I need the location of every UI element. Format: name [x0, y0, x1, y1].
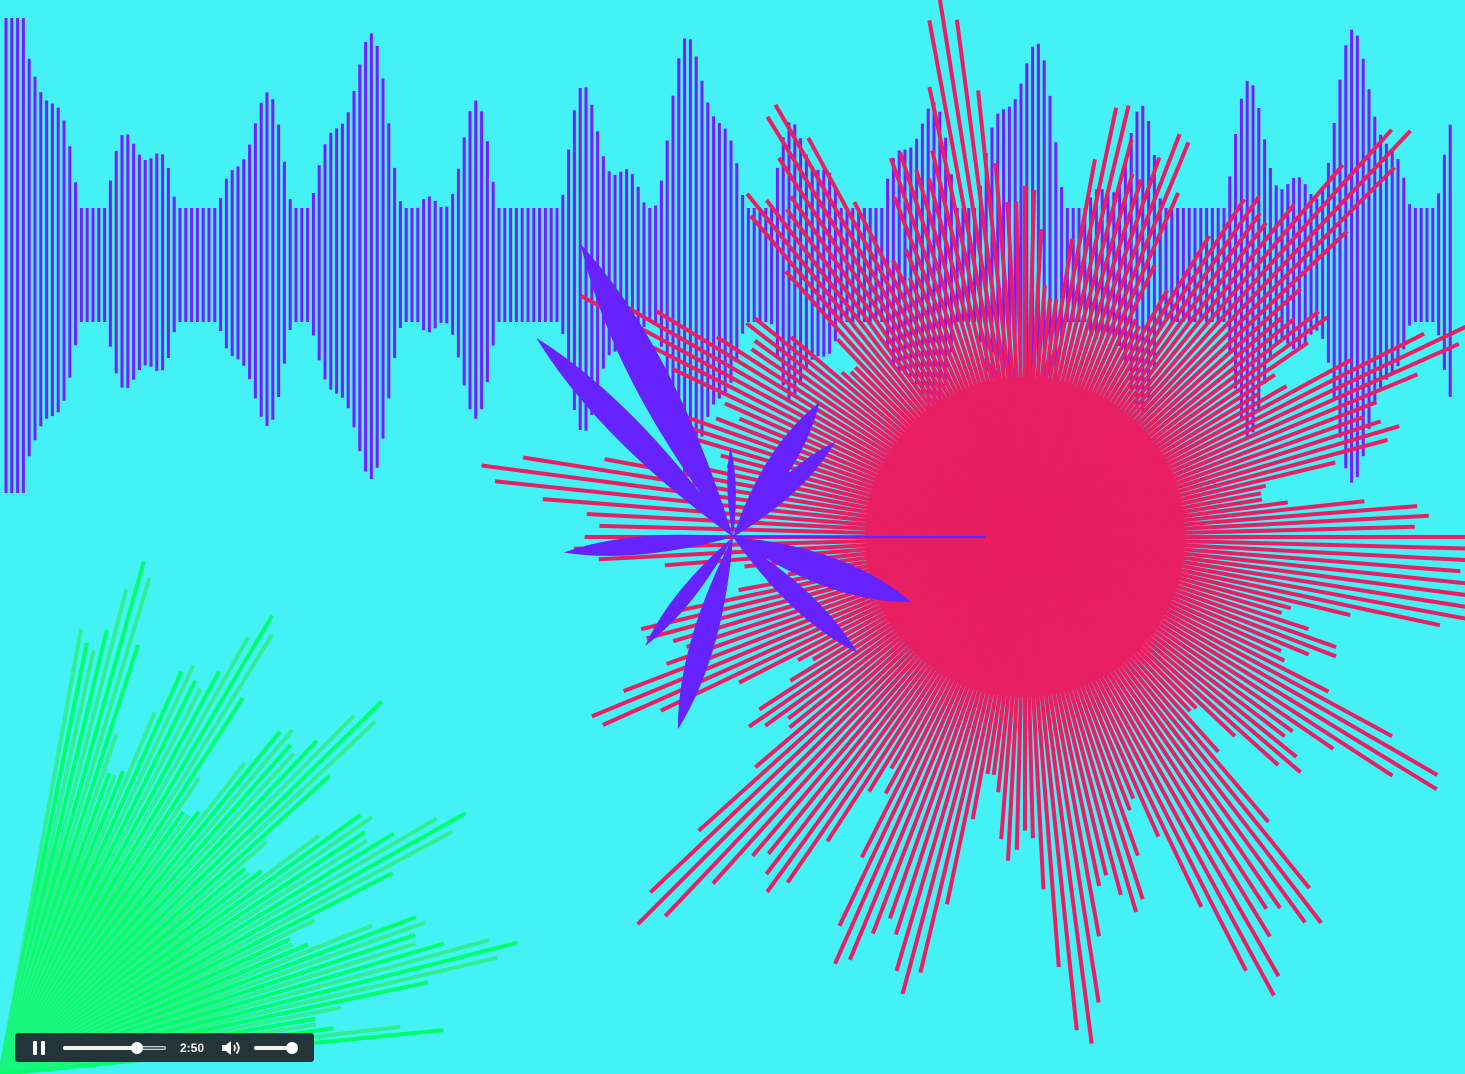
seek-handle[interactable]: [131, 1041, 144, 1054]
volume-handle[interactable]: [285, 1041, 298, 1054]
pause-icon: [33, 1040, 37, 1055]
volume-slider[interactable]: [254, 1041, 298, 1054]
audio-visualizer: [0, 0, 1465, 1074]
seek-slider[interactable]: [63, 1041, 166, 1054]
pause-icon-bar: [41, 1040, 45, 1055]
current-time: 2:50: [180, 1040, 205, 1055]
pause-button[interactable]: [29, 1038, 49, 1058]
seek-fill: [63, 1045, 138, 1050]
speaker-icon: [222, 1040, 240, 1055]
mute-button[interactable]: [220, 1038, 244, 1058]
audio-player: 2:50: [15, 1033, 314, 1062]
